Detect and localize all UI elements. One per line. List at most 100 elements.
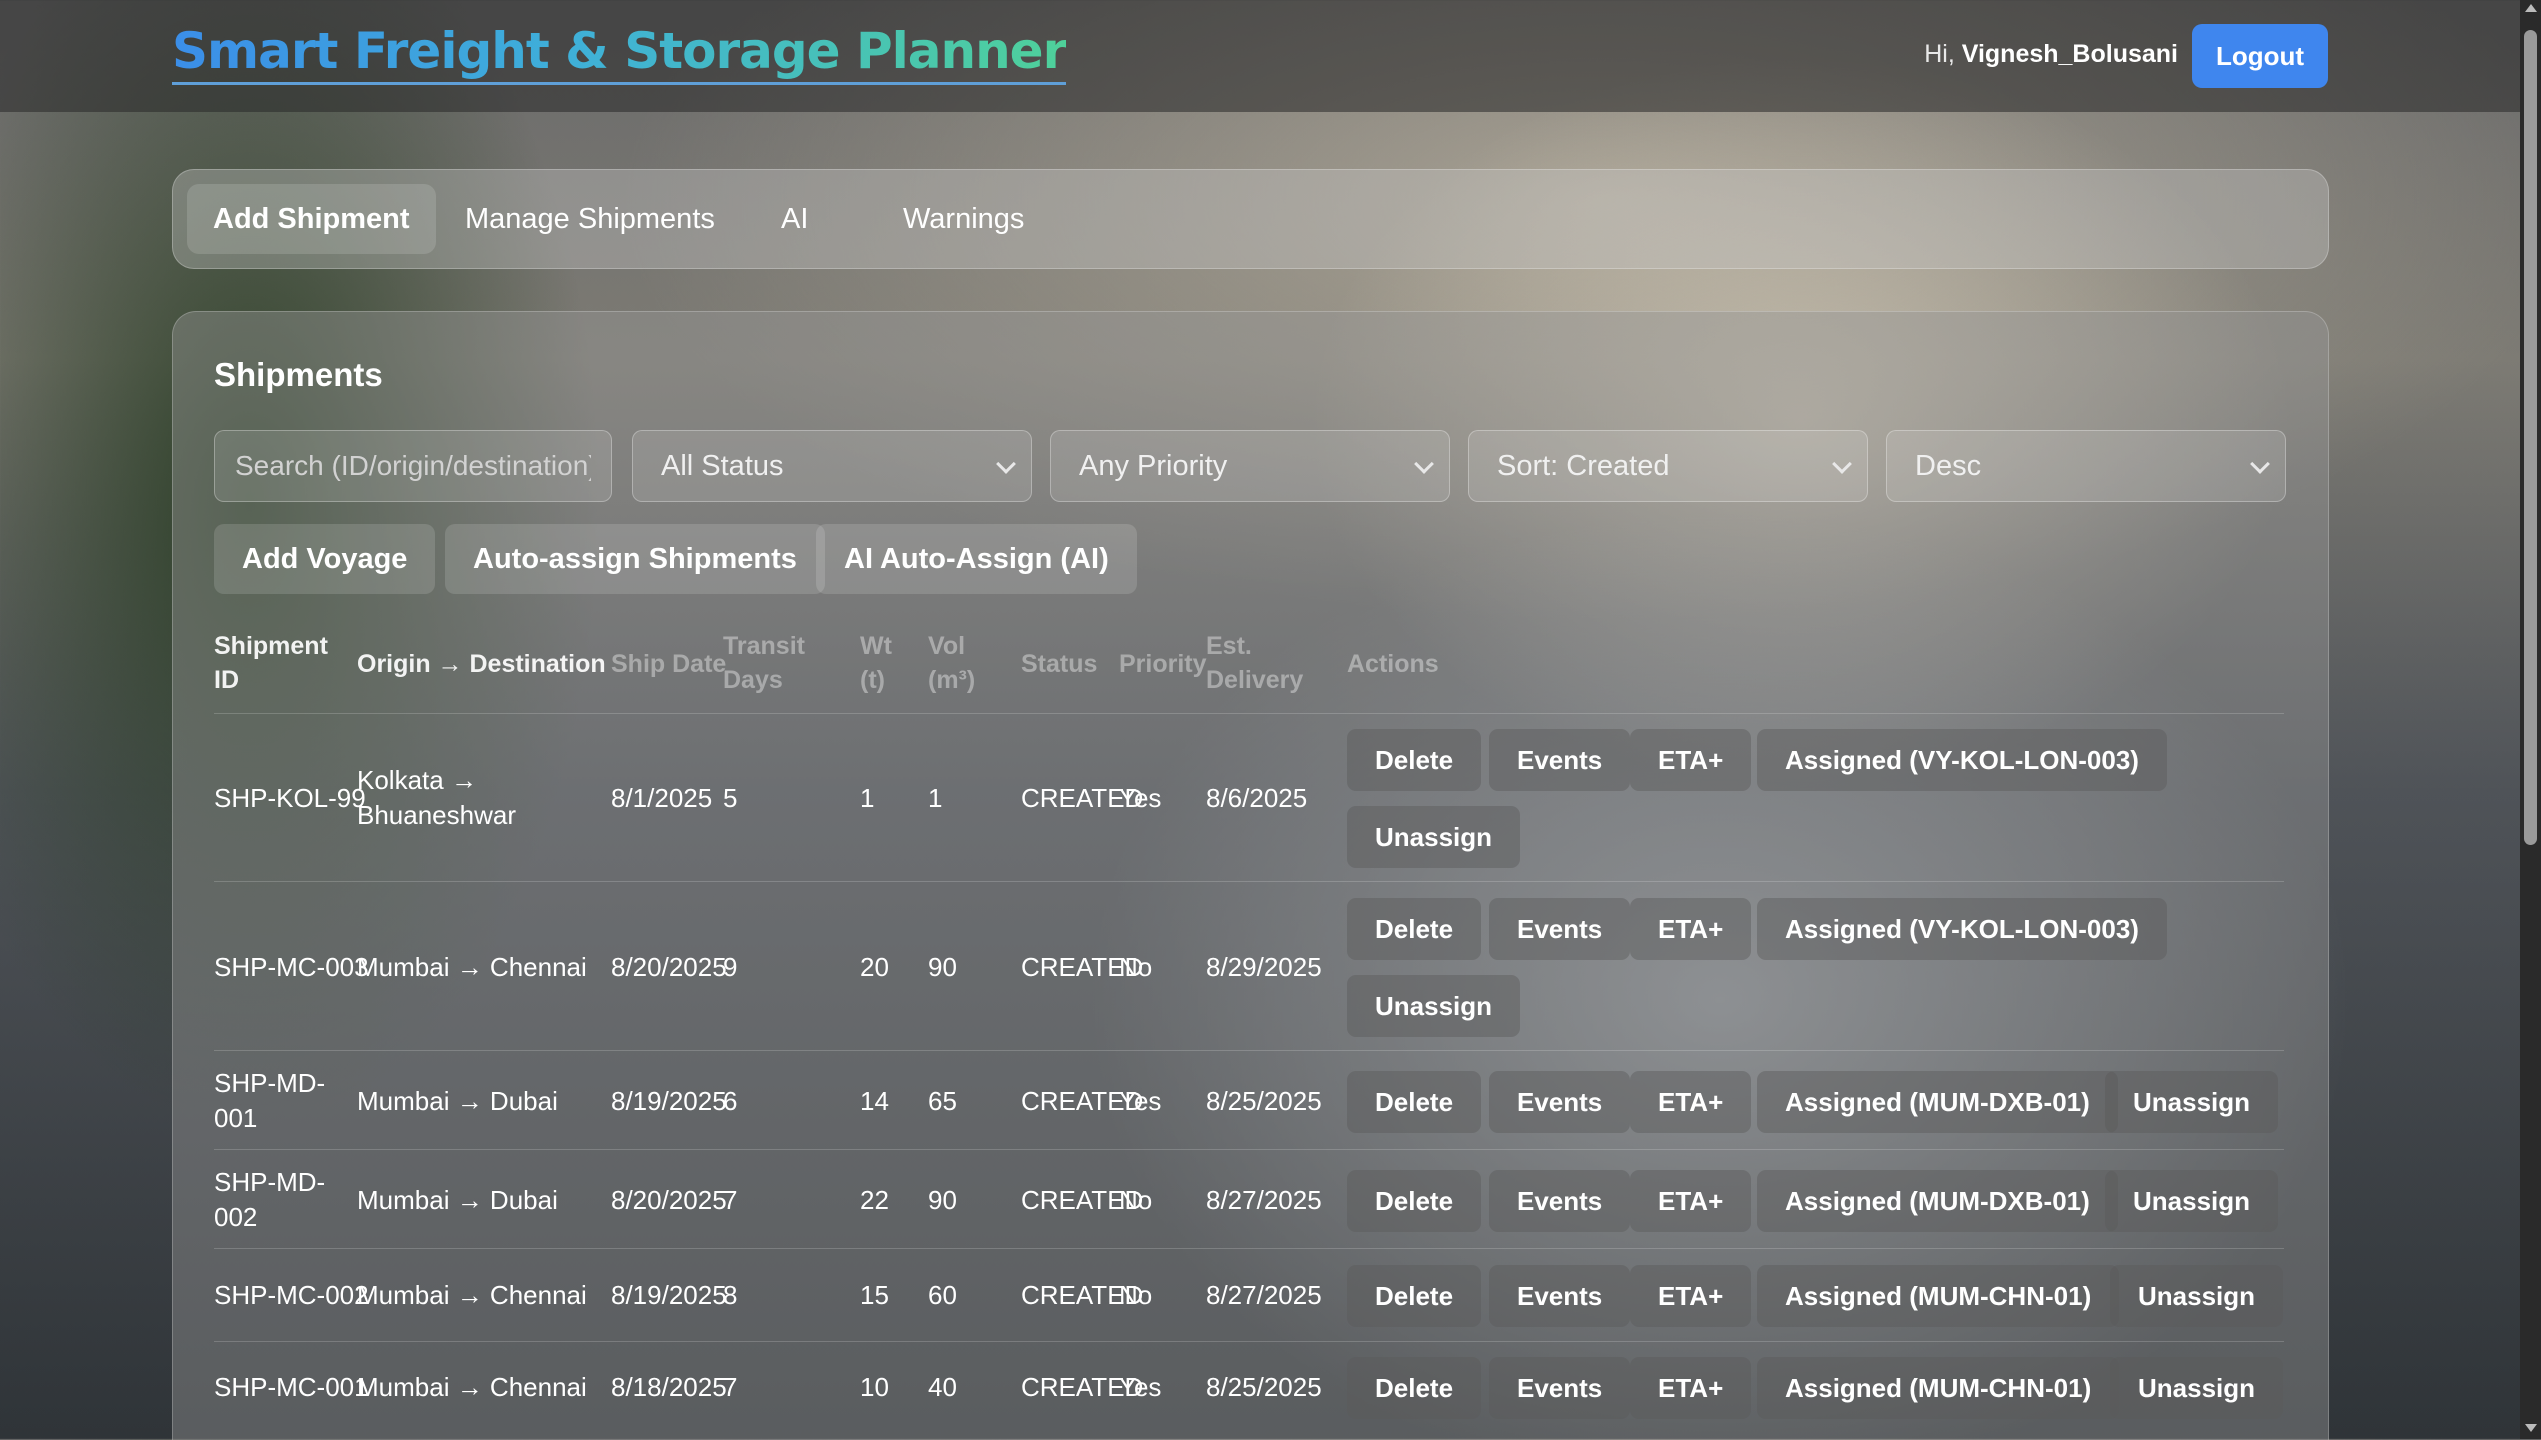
add-voyage-button[interactable]: Add Voyage bbox=[214, 524, 436, 594]
cell-vol: 90 bbox=[928, 1185, 957, 1215]
row-divider bbox=[214, 1248, 2284, 1249]
cell-priority: No bbox=[1119, 1280, 1153, 1310]
cell-ship-date: 8/18/2025 bbox=[611, 1372, 727, 1402]
events-button[interactable]: Events bbox=[1489, 898, 1631, 960]
cell-route: Mumbai → Chennai bbox=[357, 1280, 587, 1310]
cell-vol: 90 bbox=[928, 952, 957, 982]
cell-priority: Yes bbox=[1119, 783, 1162, 813]
cell-wt: 20 bbox=[860, 952, 889, 982]
events-button[interactable]: Events bbox=[1489, 1357, 1631, 1419]
cell-vol: 40 bbox=[928, 1372, 957, 1402]
cell-eta: 8/27/2025 bbox=[1206, 1185, 1322, 1215]
cell-wt: 10 bbox=[860, 1372, 889, 1402]
unassign-button[interactable]: Unassign bbox=[1347, 975, 1521, 1037]
cell-wt: 1 bbox=[860, 783, 875, 813]
eta-plus-button[interactable]: ETA+ bbox=[1630, 1357, 1752, 1419]
events-button[interactable]: Events bbox=[1489, 1170, 1631, 1232]
delete-button[interactable]: Delete bbox=[1347, 898, 1482, 960]
eta-plus-button[interactable]: ETA+ bbox=[1630, 1170, 1752, 1232]
greeting-text: Hi, bbox=[1924, 40, 1955, 68]
cell-ship-date: 8/19/2025 bbox=[611, 1280, 727, 1310]
scroll-down-arrow-icon[interactable] bbox=[2525, 1424, 2537, 1432]
logout-button[interactable]: Logout bbox=[2192, 24, 2328, 88]
eta-plus-button[interactable]: ETA+ bbox=[1630, 1265, 1752, 1327]
col-header-wt[interactable]: Wt (t) bbox=[860, 629, 892, 697]
cell-eta: 8/25/2025 bbox=[1206, 1372, 1322, 1402]
assigned-button[interactable]: Assigned (MUM-CHN-01) bbox=[1757, 1357, 2120, 1419]
cell-priority: No bbox=[1119, 1185, 1153, 1215]
col-header-status[interactable]: Status bbox=[1021, 647, 1097, 681]
col-header-vol[interactable]: Vol (m³) bbox=[928, 629, 975, 697]
col-header-priority[interactable]: Priority bbox=[1119, 647, 1207, 681]
delete-button[interactable]: Delete bbox=[1347, 1170, 1482, 1232]
cell-vol: 65 bbox=[928, 1086, 957, 1116]
assigned-button[interactable]: Assigned (VY-KOL-LON-003) bbox=[1757, 898, 2167, 960]
events-button[interactable]: Events bbox=[1489, 1071, 1631, 1133]
unassign-button[interactable]: Unassign bbox=[1347, 806, 1521, 868]
eta-plus-button[interactable]: ETA+ bbox=[1630, 898, 1752, 960]
row-divider bbox=[214, 713, 2284, 714]
status-filter-select[interactable]: All Status bbox=[632, 430, 1032, 502]
sort-select[interactable]: Sort: Created bbox=[1468, 430, 1868, 502]
priority-filter-select[interactable]: Any Priority bbox=[1050, 430, 1450, 502]
row-divider bbox=[214, 1050, 2284, 1051]
tab-bar: Add Shipment Manage Shipments AI Warning… bbox=[172, 169, 2329, 269]
cell-wt: 22 bbox=[860, 1185, 889, 1215]
eta-plus-button[interactable]: ETA+ bbox=[1630, 729, 1752, 791]
order-value: Desc bbox=[1915, 450, 1982, 482]
cell-eta: 8/25/2025 bbox=[1206, 1086, 1322, 1116]
delete-button[interactable]: Delete bbox=[1347, 1071, 1482, 1133]
assigned-button[interactable]: Assigned (VY-KOL-LON-003) bbox=[1757, 729, 2167, 791]
chevron-down-icon bbox=[996, 454, 1016, 474]
delete-button[interactable]: Delete bbox=[1347, 1265, 1482, 1327]
order-select[interactable]: Desc bbox=[1886, 430, 2286, 502]
unassign-button[interactable]: Unassign bbox=[2105, 1170, 2279, 1232]
auto-assign-button[interactable]: Auto-assign Shipments bbox=[445, 524, 825, 594]
sort-value: Sort: Created bbox=[1497, 450, 1670, 482]
priority-filter-value: Any Priority bbox=[1079, 450, 1228, 482]
cell-transit: 7 bbox=[723, 1372, 738, 1402]
col-header-route[interactable]: Origin → Destination bbox=[357, 647, 606, 681]
cell-id: SHP-MD- 002 bbox=[214, 1167, 326, 1232]
cell-route: Mumbai → Dubai bbox=[357, 1185, 558, 1215]
cell-ship-date: 8/20/2025 bbox=[611, 1185, 727, 1215]
chevron-down-icon bbox=[1414, 454, 1434, 474]
row-divider bbox=[214, 881, 2284, 882]
col-header-id[interactable]: Shipment ID bbox=[214, 629, 328, 697]
cell-eta: 8/6/2025 bbox=[1206, 783, 1308, 813]
tab-ai[interactable]: AI bbox=[755, 184, 834, 254]
scrollbar-thumb[interactable] bbox=[2524, 30, 2537, 845]
cell-transit: 8 bbox=[723, 1280, 738, 1310]
unassign-button[interactable]: Unassign bbox=[2105, 1071, 2279, 1133]
tab-warnings[interactable]: Warnings bbox=[877, 184, 1050, 254]
eta-plus-button[interactable]: ETA+ bbox=[1630, 1071, 1752, 1133]
events-button[interactable]: Events bbox=[1489, 1265, 1631, 1327]
tab-add-shipment[interactable]: Add Shipment bbox=[187, 184, 436, 254]
assigned-button[interactable]: Assigned (MUM-CHN-01) bbox=[1757, 1265, 2120, 1327]
app-title[interactable]: Smart Freight & Storage Planner bbox=[172, 22, 1067, 85]
delete-button[interactable]: Delete bbox=[1347, 1357, 1482, 1419]
unassign-button[interactable]: Unassign bbox=[2110, 1357, 2284, 1419]
row-divider bbox=[214, 1149, 2284, 1150]
col-header-eta[interactable]: Est. Delivery bbox=[1206, 629, 1303, 697]
cell-transit: 6 bbox=[723, 1086, 738, 1116]
cell-transit: 7 bbox=[723, 1185, 738, 1215]
cell-id: SHP-MC-003 bbox=[214, 952, 369, 982]
assigned-button[interactable]: Assigned (MUM-DXB-01) bbox=[1757, 1071, 2118, 1133]
events-button[interactable]: Events bbox=[1489, 729, 1631, 791]
cell-eta: 8/29/2025 bbox=[1206, 952, 1322, 982]
cell-transit: 5 bbox=[723, 783, 738, 813]
col-header-ship-date[interactable]: Ship Date bbox=[611, 647, 726, 681]
tab-manage-shipments[interactable]: Manage Shipments bbox=[439, 184, 741, 254]
scroll-up-arrow-icon[interactable] bbox=[2525, 4, 2537, 12]
assigned-button[interactable]: Assigned (MUM-DXB-01) bbox=[1757, 1170, 2118, 1232]
cell-priority: No bbox=[1119, 952, 1153, 982]
search-input[interactable] bbox=[214, 430, 612, 502]
unassign-button[interactable]: Unassign bbox=[2110, 1265, 2284, 1327]
cell-transit: 9 bbox=[723, 952, 738, 982]
cell-ship-date: 8/20/2025 bbox=[611, 952, 727, 982]
ai-auto-assign-button[interactable]: AI Auto-Assign (AI) bbox=[816, 524, 1137, 594]
delete-button[interactable]: Delete bbox=[1347, 729, 1482, 791]
col-header-transit[interactable]: Transit Days bbox=[723, 629, 805, 697]
chevron-down-icon bbox=[2250, 454, 2270, 474]
